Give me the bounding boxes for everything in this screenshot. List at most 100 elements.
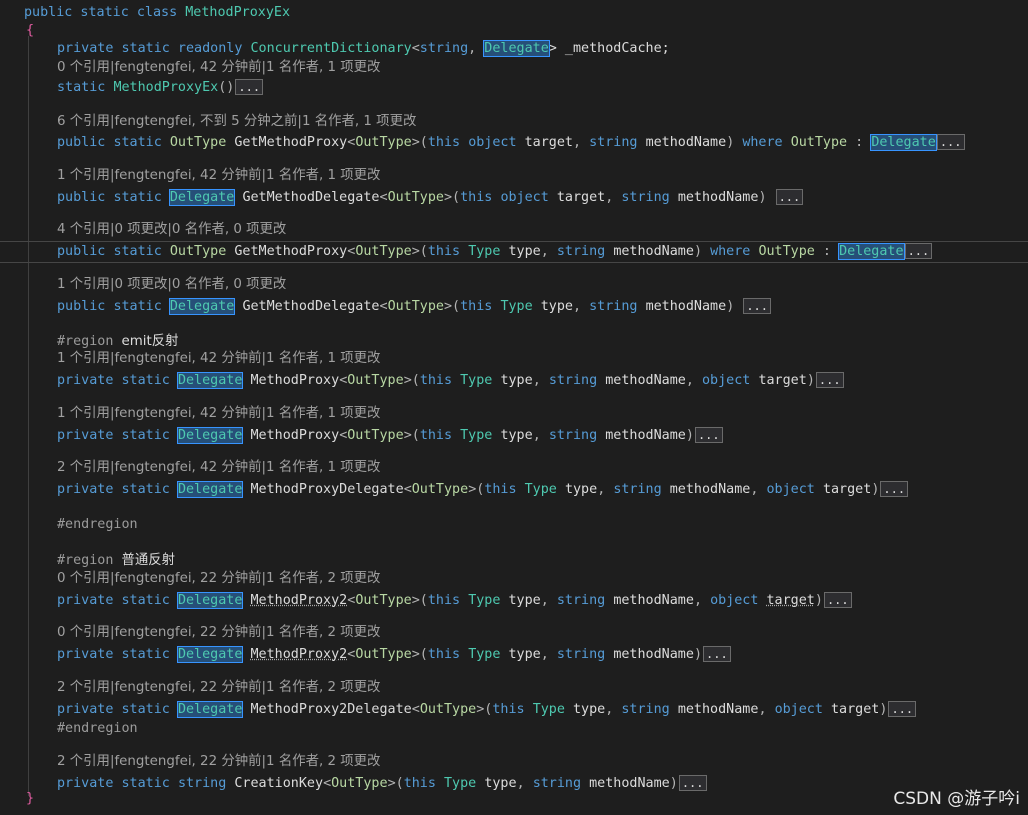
param: methodName: [677, 702, 759, 717]
codelens[interactable]: 2 个引用|fengtengfei, 42 分钟前|1 名作者, 1 项更改: [57, 459, 380, 477]
method-name[interactable]: MethodProxy: [251, 428, 340, 443]
generic-type: OutType: [169, 135, 227, 150]
collapsed-block[interactable]: ...: [678, 775, 707, 791]
type-name[interactable]: Type: [500, 299, 532, 314]
collapsed-block[interactable]: ...: [703, 646, 731, 662]
method-name[interactable]: MethodProxy2Delegate: [251, 702, 412, 717]
keyword: string: [589, 135, 638, 150]
collapsed-block[interactable]: ...: [823, 592, 852, 608]
codelens[interactable]: 1 个引用|fengtengfei, 42 分钟前|1 名作者, 1 项更改: [57, 167, 380, 185]
type-name[interactable]: Type: [444, 776, 476, 791]
keyword: object: [710, 593, 759, 608]
type-name[interactable]: Type: [525, 482, 557, 497]
type-name[interactable]: Type: [468, 244, 500, 259]
highlighted-delegate[interactable]: Delegate: [168, 298, 236, 315]
param: type: [508, 244, 541, 259]
type-name[interactable]: Type: [533, 702, 565, 717]
method-name[interactable]: GetMethodProxy: [234, 135, 347, 150]
param: methodName: [589, 776, 670, 791]
generic-type: OutType: [355, 647, 412, 662]
method-get-method-proxy-object: public static OutType GetMethodProxy<Out…: [57, 133, 965, 151]
codelens[interactable]: 2 个引用|fengtengfei, 22 分钟前|1 名作者, 2 项更改: [57, 753, 380, 771]
method-name[interactable]: GetMethodDelegate: [242, 299, 379, 314]
highlighted-delegate[interactable]: Delegate: [176, 427, 244, 444]
keyword: this: [427, 244, 461, 259]
param: type: [508, 593, 541, 608]
highlighted-delegate[interactable]: Delegate: [483, 40, 550, 57]
method-name[interactable]: MethodProxy: [251, 373, 340, 388]
highlighted-delegate[interactable]: Delegate: [176, 646, 244, 663]
indent-guide: [28, 36, 29, 796]
punct: (): [218, 80, 235, 95]
collapsed-block[interactable]: ...: [936, 134, 965, 150]
highlighted-delegate[interactable]: Delegate: [176, 592, 244, 609]
collapsed-block[interactable]: ...: [888, 701, 917, 717]
endregion: #endregion: [57, 721, 138, 736]
generic-type: OutType: [790, 135, 848, 150]
param: type: [540, 299, 573, 314]
param: target: [831, 702, 880, 717]
highlighted-delegate[interactable]: Delegate: [176, 701, 244, 718]
type-name[interactable]: Type: [468, 647, 500, 662]
collapsed-block[interactable]: ...: [775, 189, 804, 205]
param: type: [500, 373, 533, 388]
highlighted-delegate[interactable]: Delegate: [176, 481, 244, 498]
class-name[interactable]: MethodProxyEx: [185, 5, 290, 20]
highlighted-delegate[interactable]: Delegate: [168, 189, 236, 206]
method-name[interactable]: MethodProxy2: [251, 647, 348, 662]
region-name: 普通反射: [121, 553, 176, 568]
method-name[interactable]: MethodProxyEx: [113, 80, 218, 95]
keyword: this: [427, 647, 461, 662]
type-name[interactable]: ConcurrentDictionary: [250, 41, 411, 56]
highlighted-delegate[interactable]: Delegate: [870, 134, 937, 151]
generic-type: OutType: [419, 702, 477, 717]
method-name[interactable]: GetMethodDelegate: [242, 190, 379, 205]
collapsed-block[interactable]: ...: [815, 372, 844, 388]
generic-type: OutType: [169, 244, 227, 259]
method-name[interactable]: MethodProxy2: [251, 593, 348, 608]
codelens[interactable]: 0 个引用|fengtengfei, 42 分钟前|1 名作者, 1 项更改: [57, 59, 380, 77]
codelens[interactable]: 4 个引用|0 项更改|0 名作者, 0 项更改: [57, 221, 286, 239]
close-brace: }: [26, 791, 35, 806]
codelens[interactable]: 1 个引用|0 项更改|0 名作者, 0 项更改: [57, 276, 286, 294]
keyword: where: [742, 135, 783, 150]
keyword: object: [702, 373, 751, 388]
keyword: static: [121, 593, 170, 608]
collapsed-block[interactable]: ...: [235, 79, 264, 95]
generic-type: OutType: [355, 244, 412, 259]
method-name[interactable]: GetMethodProxy: [234, 244, 347, 259]
param: methodName: [605, 373, 686, 388]
collapsed-block[interactable]: ...: [694, 427, 723, 443]
collapsed-block[interactable]: ...: [904, 243, 933, 259]
code-editor[interactable]: public static class MethodProxyEx { priv…: [0, 0, 1028, 815]
method-name[interactable]: CreationKey: [234, 776, 323, 791]
keyword: this: [460, 190, 493, 205]
type-name[interactable]: Type: [460, 428, 492, 443]
keyword: this: [419, 373, 453, 388]
type-name[interactable]: Type: [468, 593, 500, 608]
collapsed-block[interactable]: ...: [743, 298, 771, 314]
highlighted-delegate[interactable]: Delegate: [838, 243, 905, 260]
keyword: this: [403, 776, 436, 791]
keyword: public: [57, 190, 106, 205]
codelens[interactable]: 0 个引用|fengtengfei, 22 分钟前|1 名作者, 2 项更改: [57, 624, 380, 642]
keyword: this: [460, 299, 493, 314]
param: type: [508, 647, 541, 662]
type-name[interactable]: Type: [460, 373, 492, 388]
codelens[interactable]: 1 个引用|fengtengfei, 42 分钟前|1 名作者, 1 项更改: [57, 405, 380, 423]
highlighted-delegate[interactable]: Delegate: [176, 372, 244, 389]
codelens[interactable]: 0 个引用|fengtengfei, 22 分钟前|1 名作者, 2 项更改: [57, 570, 380, 588]
codelens[interactable]: 6 个引用|fengtengfei, 不到 5 分钟之前|1 名作者, 1 项更…: [57, 113, 416, 131]
region-normal[interactable]: #region 普通反射: [57, 552, 175, 570]
keyword: where: [710, 244, 751, 259]
param: methodName: [605, 428, 686, 443]
generic-type: OutType: [347, 373, 404, 388]
keyword: static: [121, 373, 170, 388]
codelens[interactable]: 2 个引用|fengtengfei, 22 分钟前|1 名作者, 2 项更改: [57, 679, 380, 697]
generic-type: OutType: [387, 190, 444, 205]
collapsed-block[interactable]: ...: [880, 481, 909, 497]
param: target: [766, 593, 815, 608]
region-emit[interactable]: #region emit反射: [57, 333, 179, 351]
codelens[interactable]: 1 个引用|fengtengfei, 42 分钟前|1 名作者, 1 项更改: [57, 350, 380, 368]
method-name[interactable]: MethodProxyDelegate: [251, 482, 404, 497]
